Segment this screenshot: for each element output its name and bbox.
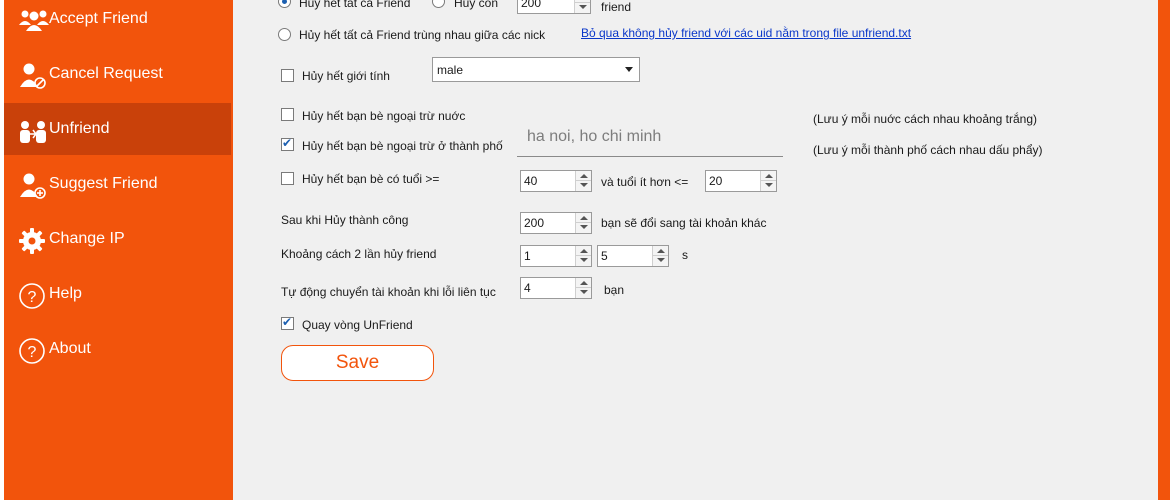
age-min-stepper[interactable]: 40 [520, 170, 592, 192]
error-label: Tự động chuyển tài khoản khi lỗi liên tụ… [281, 285, 496, 299]
chevron-down-icon [625, 67, 633, 72]
age-max-stepper[interactable]: 20 [705, 170, 777, 192]
unfriend-settings-panel: Hủy hết tất cả Friend Hủy còn 200 friend… [233, 0, 1158, 500]
age-mid-label: và tuổi ít hơn <= [601, 175, 689, 189]
right-border [1158, 0, 1170, 500]
stepper-buttons[interactable] [760, 171, 776, 191]
stepper-buttons[interactable] [575, 171, 591, 191]
interval-max-value: 5 [601, 249, 608, 263]
sidebar-item-cancel-request[interactable]: Cancel Request [4, 48, 231, 100]
interval-min-stepper[interactable]: 1 [520, 245, 592, 267]
svg-text:?: ? [28, 344, 37, 361]
gender-label: Hủy hết giới tính [302, 69, 390, 83]
radio-unfriend-duplicate[interactable] [278, 28, 291, 41]
gender-select[interactable]: male [432, 57, 640, 82]
success-count-value: 200 [524, 216, 545, 230]
save-button[interactable]: Save [281, 345, 434, 381]
sidebar-item-label: Suggest Friend [49, 175, 158, 192]
loop-checkbox[interactable] [281, 315, 294, 330]
suggest-friend-icon [18, 172, 48, 200]
interval-unit: s [682, 248, 688, 262]
keep-count-stepper[interactable]: 200 [517, 0, 591, 14]
sidebar-item-suggest-friend[interactable]: Suggest Friend [4, 158, 231, 210]
sidebar-item-label: About [49, 340, 91, 357]
city-label: Hủy hết bạn bè ngoại trừ ở thành phố [302, 139, 503, 153]
loop-label: Quay vòng UnFriend [302, 318, 413, 332]
age-checkbox[interactable] [281, 172, 294, 185]
skip-uid-file-link[interactable]: Bỏ qua không hủy friend với các uid nằm … [581, 26, 911, 40]
about-icon: ? [18, 337, 48, 365]
interval-label: Khoảng cách 2 lần hủy friend [281, 247, 437, 261]
radio-keep-count[interactable] [432, 0, 445, 8]
gender-checkbox[interactable] [281, 69, 294, 82]
radio-unfriend-all[interactable] [278, 0, 291, 8]
radio-keep-count-label: Hủy còn [454, 0, 499, 10]
error-unit: bạn [604, 283, 625, 297]
sidebar-item-accept-friend[interactable]: Accept Friend [4, 0, 231, 45]
age-max-value: 20 [709, 174, 723, 188]
cancel-request-icon [18, 62, 48, 90]
gear-icon [18, 227, 48, 255]
error-count-stepper[interactable]: 4 [520, 277, 592, 299]
city-input[interactable]: ha noi, ho chi minh [517, 126, 783, 157]
accept-friend-icon [18, 7, 49, 35]
sidebar-item-about[interactable]: ? About [4, 323, 231, 375]
svg-text:?: ? [28, 289, 37, 306]
gender-select-value: male [437, 63, 464, 77]
stepper-buttons[interactable] [574, 0, 590, 13]
age-label: Hủy hết bạn bè có tuổi >= [302, 172, 440, 186]
radio-unfriend-duplicate-label: Hủy hết tất cả Friend trùng nhau giữa cá… [299, 28, 546, 42]
interval-min-value: 1 [524, 249, 531, 263]
sidebar: Accept Friend Cancel Request Unfriend Su… [0, 0, 233, 500]
stepper-buttons[interactable] [652, 246, 668, 266]
city-checkbox[interactable] [281, 136, 294, 151]
interval-max-stepper[interactable]: 5 [597, 245, 669, 267]
stepper-buttons[interactable] [575, 278, 591, 298]
help-icon: ? [18, 282, 48, 310]
country-checkbox[interactable] [281, 108, 294, 121]
sidebar-item-help[interactable]: ? Help [4, 268, 231, 320]
country-note: (Lưu ý mỗi nuớc cách nhau khoảng trắng) [813, 112, 1038, 126]
radio-unfriend-all-label: Hủy hết tất cả Friend [299, 0, 411, 10]
age-min-value: 40 [524, 174, 538, 188]
sidebar-item-label: Help [49, 285, 82, 302]
stepper-buttons[interactable] [575, 213, 591, 233]
sidebar-item-label: Unfriend [49, 120, 110, 137]
city-input-placeholder: ha noi, ho chi minh [527, 128, 662, 145]
error-count-value: 4 [524, 281, 531, 295]
success-count-stepper[interactable]: 200 [520, 212, 592, 234]
keep-count-unit: friend [601, 0, 632, 14]
sidebar-item-label: Change IP [49, 230, 125, 247]
country-label: Hủy hết bạn bè ngoại trừ nuớc [302, 109, 466, 123]
stepper-buttons[interactable] [575, 246, 591, 266]
sidebar-item-unfriend[interactable]: Unfriend [4, 103, 231, 155]
keep-count-value: 200 [521, 0, 542, 10]
success-label: Sau khi Hủy thành công [281, 213, 409, 227]
city-note: (Lưu ý mỗi thành phố cách nhau dấu phẩy) [813, 143, 1043, 157]
sidebar-item-label: Cancel Request [49, 65, 163, 82]
success-suffix: bạn sẽ đổi sang tài khoản khác [601, 216, 767, 230]
unfriend-icon [18, 117, 48, 145]
sidebar-item-change-ip[interactable]: Change IP [4, 213, 231, 265]
sidebar-item-label: Accept Friend [49, 10, 148, 27]
